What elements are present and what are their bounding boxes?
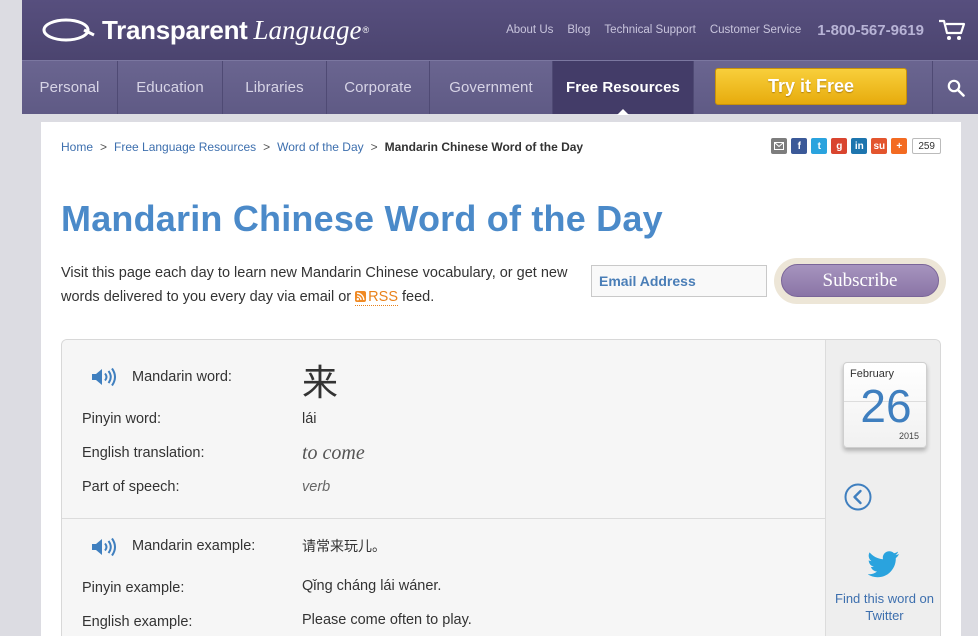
shopping-cart-icon[interactable] <box>938 18 966 42</box>
breadcrumb-separator: > <box>263 140 271 154</box>
rss-icon <box>355 291 367 302</box>
nav-libraries[interactable]: Libraries <box>223 61 327 114</box>
main-navigation: Personal Education Libraries Corporate G… <box>22 60 978 115</box>
rss-link[interactable]: RSS <box>355 289 398 306</box>
google-plus-icon[interactable]: g <box>831 138 848 154</box>
nav-education[interactable]: Education <box>118 61 223 114</box>
nav-search-button[interactable] <box>932 61 978 114</box>
word-of-the-day-card: Mandarin word: 来 Pinyin word: lái Englis… <box>61 339 941 636</box>
calendar-day: 26 <box>860 380 912 432</box>
word-sidebar: February 26 2015 Find this word on Twitt… <box>825 340 940 636</box>
breadcrumb: Home > Free Language Resources > Word of… <box>61 140 583 154</box>
intro-text: Visit this page each day to learn new Ma… <box>61 261 581 309</box>
mandarin-example-label: Mandarin example: <box>132 538 256 554</box>
stumbleupon-icon[interactable]: su <box>871 138 888 154</box>
english-translation-label: English translation: <box>82 445 205 461</box>
main-content: Home > Free Language Resources > Word of… <box>41 122 961 636</box>
nav-corporate[interactable]: Corporate <box>327 61 430 114</box>
logo[interactable]: Transparent Language ® <box>40 14 369 46</box>
nav-government[interactable]: Government <box>430 61 553 114</box>
mandarin-example-value: 请常来玩儿。 <box>302 539 386 555</box>
customer-service-link[interactable]: Customer Service <box>710 24 801 36</box>
breadcrumb-free-language-resources[interactable]: Free Language Resources <box>114 140 256 154</box>
breadcrumb-separator: > <box>370 140 378 154</box>
twitter-bird-icon[interactable] <box>868 550 900 578</box>
english-translation-value: to come <box>302 442 365 464</box>
breadcrumb-separator: > <box>100 140 108 154</box>
calendar-year: 2015 <box>898 431 919 441</box>
subscribe-button[interactable]: Subscribe <box>781 264 939 297</box>
email-input[interactable] <box>591 265 767 297</box>
nav-free-resources[interactable]: Free Resources <box>553 61 694 115</box>
addthis-plus-icon[interactable]: + <box>891 138 908 154</box>
technical-support-link[interactable]: Technical Support <box>604 24 695 36</box>
pinyin-example-label: Pinyin example: <box>82 580 185 596</box>
section-divider <box>62 518 825 519</box>
english-example-value: Please come often to play. <box>302 612 472 628</box>
play-audio-example-icon[interactable] <box>90 537 118 557</box>
email-share-icon[interactable] <box>771 138 788 154</box>
breadcrumb-word-of-the-day[interactable]: Word of the Day <box>277 140 363 154</box>
subscribe-button-frame: Subscribe <box>774 258 946 304</box>
share-bar: f t g in su + 259 <box>767 138 941 154</box>
mandarin-word-label: Mandarin word: <box>132 369 232 385</box>
share-count: 259 <box>912 138 941 154</box>
phone-number[interactable]: 1-800-567-9619 <box>817 22 924 39</box>
page-title: Mandarin Chinese Word of the Day <box>61 198 663 239</box>
breadcrumb-current: Mandarin Chinese Word of the Day <box>384 140 584 154</box>
intro-text-part2: feed. <box>398 289 435 305</box>
logo-swoosh-icon <box>42 18 95 42</box>
date-calendar: February 26 2015 <box>843 362 927 448</box>
breadcrumb-home[interactable]: Home <box>61 140 93 154</box>
part-of-speech-label: Part of speech: <box>82 479 180 495</box>
pinyin-example-value: Qǐng cháng lái wáner. <box>302 578 442 594</box>
nav-personal[interactable]: Personal <box>22 61 118 114</box>
intro-text-part1: Visit this page each day to learn new Ma… <box>61 265 568 305</box>
mandarin-word-value: 来 <box>302 363 339 404</box>
previous-day-icon[interactable] <box>843 482 873 512</box>
about-us-link[interactable]: About Us <box>506 24 553 36</box>
facebook-icon[interactable]: f <box>791 138 808 154</box>
find-on-twitter-link[interactable]: Find this word on Twitter <box>826 590 940 624</box>
logo-registered-mark: ® <box>362 25 370 35</box>
rss-label: RSS <box>368 289 398 305</box>
utility-links: About Us Blog Technical Support Customer… <box>506 0 978 60</box>
word-details: Mandarin word: 来 Pinyin word: lái Englis… <box>62 340 825 636</box>
pinyin-word-label: Pinyin word: <box>82 411 161 427</box>
pinyin-word-value: lái <box>302 411 317 427</box>
search-icon <box>947 79 965 97</box>
part-of-speech-value: verb <box>302 479 331 495</box>
english-example-label: English example: <box>82 614 193 630</box>
blog-link[interactable]: Blog <box>567 24 590 36</box>
logo-text-transparent: Transparent <box>102 14 248 45</box>
top-header: Transparent Language ® About Us Blog Tec… <box>22 0 978 60</box>
twitter-share-icon[interactable]: t <box>811 138 828 154</box>
play-audio-word-icon[interactable] <box>90 367 118 387</box>
logo-text-language: Language <box>253 14 362 45</box>
linkedin-icon[interactable]: in <box>851 138 868 154</box>
try-it-free-button[interactable]: Try it Free <box>715 68 907 105</box>
